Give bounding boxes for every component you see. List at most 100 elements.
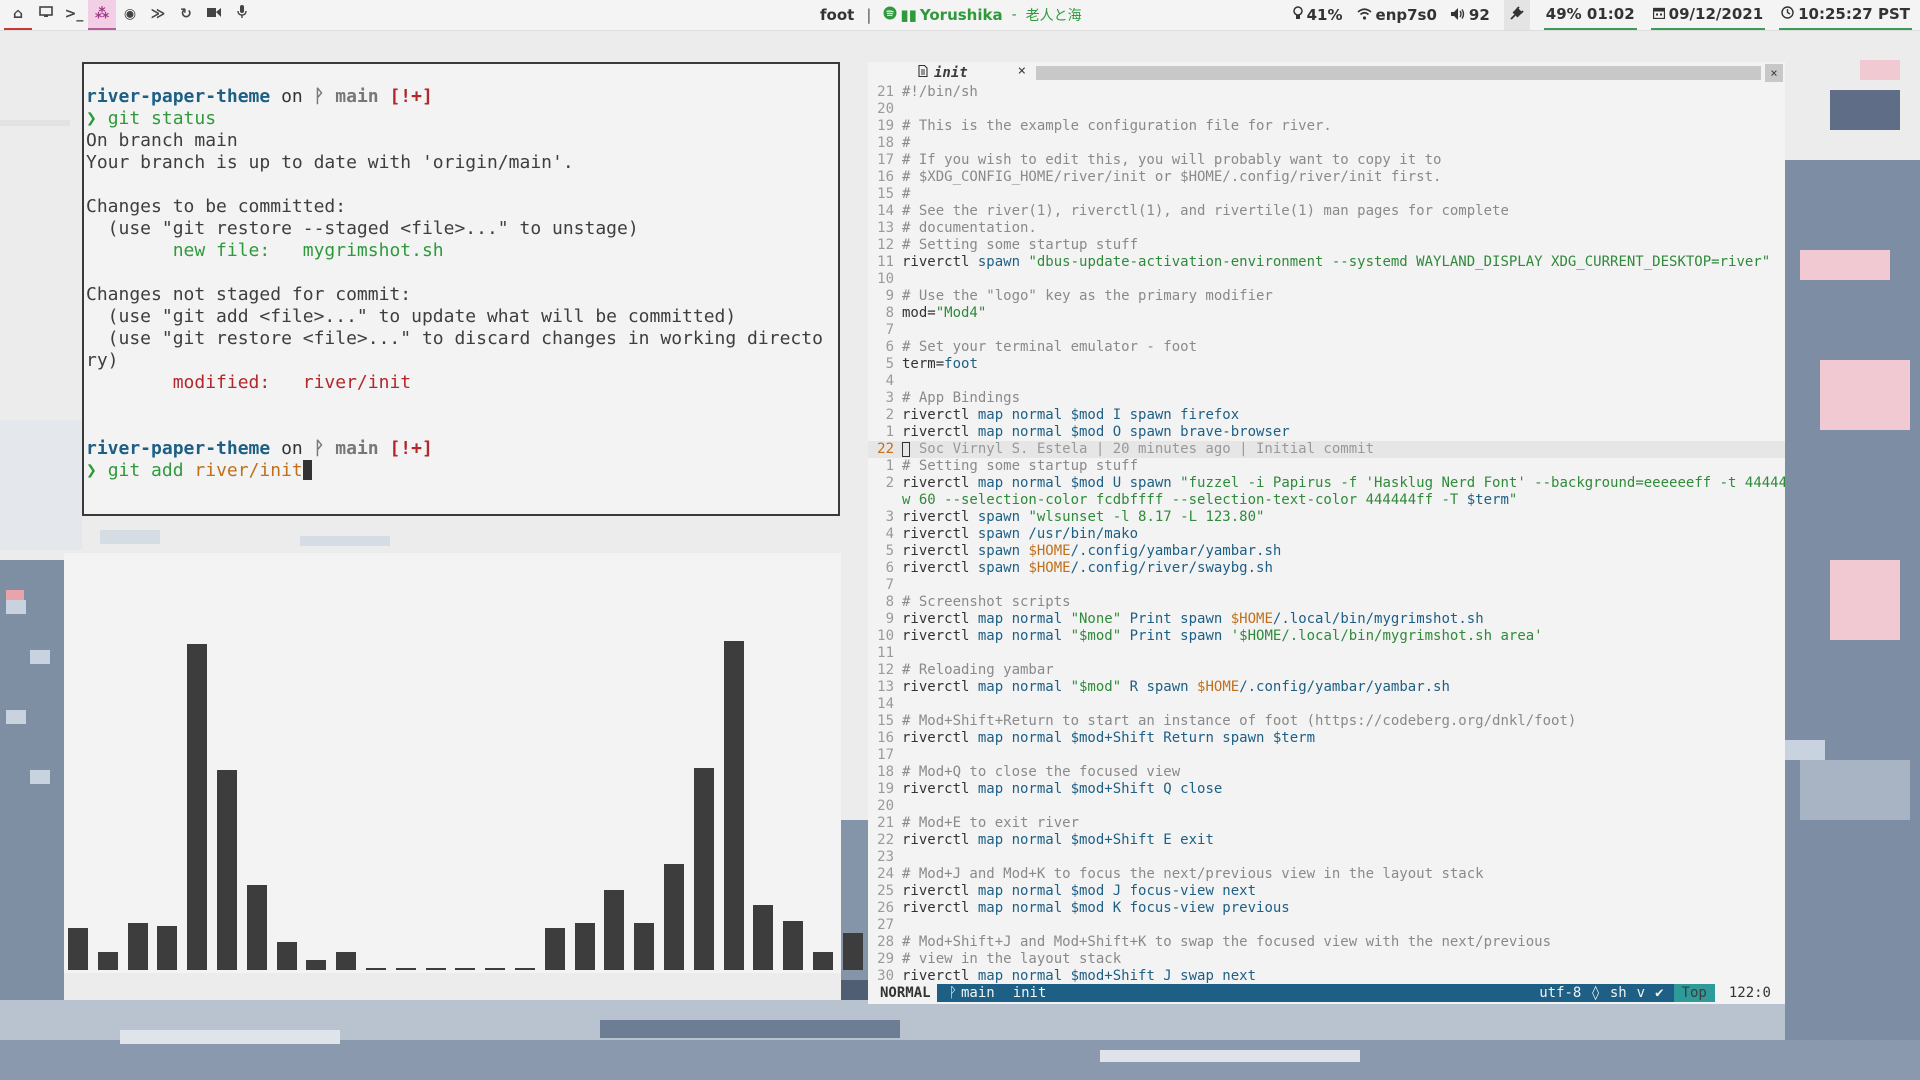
code-token: riverctl: [902, 730, 978, 746]
code-line[interactable]: 17 # If you wish to edit this, you will p…: [868, 152, 1785, 169]
code-token: "Mod4": [935, 305, 987, 321]
code-line[interactable]: 26 riverctl map normal $mod K focus-view …: [868, 900, 1785, 917]
line-number: 16: [877, 730, 894, 746]
visualizer-bar: [68, 928, 88, 970]
code-line[interactable]: 1 # Setting some startup stuff: [868, 458, 1785, 475]
code-token: +Shift E exit: [1104, 832, 1214, 848]
code-token: # See the river(1), riverctl(1), and riv…: [902, 203, 1509, 219]
line-number: 7: [885, 322, 894, 338]
output-line: Changes not staged for commit:: [86, 284, 412, 305]
code-line[interactable]: 5 riverctl spawn $HOME/.config/yambar/yam…: [868, 543, 1785, 560]
code-line[interactable]: 19 # This is the example configuration fi…: [868, 118, 1785, 135]
code-token: mod=: [902, 305, 936, 321]
music-widget[interactable]: ▮▮ Yorushika - 老人と海: [883, 5, 1082, 25]
code-line[interactable]: w 60 --selection-color fcdbffff --select…: [868, 492, 1785, 509]
code-token: w 60 --selection-color fcdbffff --select…: [902, 492, 1467, 508]
code-line[interactable]: 25 riverctl map normal $mod J focus-view …: [868, 883, 1785, 900]
line-number: 19: [877, 781, 894, 797]
workspace-2-button[interactable]: [32, 0, 60, 30]
code-line[interactable]: 4: [868, 373, 1785, 390]
editor-buffer[interactable]: 21 #!/bin/sh 20 19 # This is the example con…: [868, 84, 1785, 984]
code-line[interactable]: 2 riverctl map normal $mod U spawn "fuzze…: [868, 475, 1785, 492]
code-line[interactable]: 8 mod="Mod4": [868, 305, 1785, 322]
command-name: git add: [107, 460, 184, 481]
code-line[interactable]: 11: [868, 645, 1785, 662]
code-line[interactable]: 15 #: [868, 186, 1785, 203]
code-line[interactable]: 12 # Setting some startup stuff: [868, 237, 1785, 254]
workspace-6-button[interactable]: ≫: [144, 0, 172, 30]
code-line[interactable]: 6 riverctl spawn $HOME/.config/river/sway…: [868, 560, 1785, 577]
code-line[interactable]: 18 # Mod+Q to close the focused view: [868, 764, 1785, 781]
code-line[interactable]: 30 riverctl map normal $mod+Shift J swap …: [868, 968, 1785, 984]
code-line[interactable]: 11 riverctl spawn "dbus-update-activation…: [868, 254, 1785, 271]
code-line[interactable]: 13 # documentation.: [868, 220, 1785, 237]
workspace-3-button[interactable]: >_: [60, 0, 88, 30]
command-input-line[interactable]: ❯ git add river/init: [86, 460, 838, 482]
workspace-5-button[interactable]: ◉: [116, 0, 144, 30]
prompt-branch: main: [335, 86, 379, 107]
foot-terminal-window[interactable]: river-paper-theme on ᚹ main [!+] ❯ git s…: [82, 62, 840, 516]
tab-init[interactable]: init ×: [868, 62, 1032, 84]
code-line[interactable]: 22 riverctl map normal $mod+Shift E exit: [868, 832, 1785, 849]
code-line[interactable]: 1 riverctl map normal $mod O spawn brave-…: [868, 424, 1785, 441]
code-line[interactable]: 13 riverctl map normal "$mod" R spawn $HO…: [868, 679, 1785, 696]
output-line: new file: mygrimshot.sh: [86, 240, 838, 262]
code-line[interactable]: 5 term=foot: [868, 356, 1785, 373]
code-line[interactable]: 3 # App Bindings: [868, 390, 1785, 407]
output-line: modified: river/init: [86, 372, 838, 394]
network-widget[interactable]: enp7s0: [1356, 0, 1437, 30]
code-line[interactable]: 10 riverctl map normal "$mod" Print spawn…: [868, 628, 1785, 645]
code-line[interactable]: 7: [868, 322, 1785, 339]
code-line[interactable]: 23: [868, 849, 1785, 866]
clock-widget[interactable]: 10:25:27 PST: [1779, 0, 1912, 30]
line-number: 15: [877, 186, 894, 202]
code-line[interactable]: 19 riverctl map normal $mod+Shift Q close: [868, 781, 1785, 798]
audio-visualizer-window[interactable]: [64, 553, 863, 973]
code-line[interactable]: 18 #: [868, 135, 1785, 152]
line-number: 13: [877, 679, 894, 695]
code-line[interactable]: 20: [868, 798, 1785, 815]
editor-window[interactable]: init × × 21 #!/bin/sh 20 19 # This is the ex…: [868, 62, 1785, 1004]
prompt-arrow-icon: ❯: [86, 108, 97, 129]
code-line[interactable]: 14 # See the river(1), riverctl(1), and r…: [868, 203, 1785, 220]
volume-widget[interactable]: 92: [1450, 0, 1490, 30]
tab-close-icon[interactable]: ×: [1018, 63, 1026, 79]
workspace-4-button[interactable]: ⁂: [88, 0, 116, 30]
code-line[interactable]: 9 # Use the "logo" key as the primary mod…: [868, 288, 1785, 305]
prompt-directory: river-paper-theme: [86, 438, 271, 459]
code-line[interactable]: 17: [868, 747, 1785, 764]
workspace-7-button[interactable]: ↻: [172, 0, 200, 30]
code-line[interactable]: 29 # view in the layout stack: [868, 951, 1785, 968]
code-line[interactable]: 21 #!/bin/sh: [868, 84, 1785, 101]
date-widget[interactable]: 09/12/2021: [1650, 0, 1766, 30]
code-line[interactable]: 7: [868, 577, 1785, 594]
code-line[interactable]: 28 # Mod+Shift+J and Mod+Shift+K to swap …: [868, 934, 1785, 951]
code-line[interactable]: 15 # Mod+Shift+Return to start an instanc…: [868, 713, 1785, 730]
prompt-line: river-paper-theme on ᚹ main [!+]: [86, 86, 838, 108]
code-token: /.config/yambar/yambar.sh: [1070, 543, 1282, 559]
code-line[interactable]: 10: [868, 271, 1785, 288]
code-line[interactable]: 4 riverctl spawn /usr/bin/mako: [868, 526, 1785, 543]
current-line[interactable]: 22 Soc Virnyl S. Estela | 20 minutes ago…: [868, 441, 1785, 458]
code-line[interactable]: 20: [868, 101, 1785, 118]
visualizer-bar: [694, 768, 714, 970]
code-line[interactable]: 27: [868, 917, 1785, 934]
code-line[interactable]: 6 # Set your terminal emulator - foot: [868, 339, 1785, 356]
code-line[interactable]: 3 riverctl spawn "wlsunset -l 8.17 -L 123…: [868, 509, 1785, 526]
code-line[interactable]: 2 riverctl map normal $mod I spawn firefo…: [868, 407, 1785, 424]
code-line[interactable]: 24 # Mod+J and Mod+K to focus the next/pr…: [868, 866, 1785, 883]
code-line[interactable]: 14: [868, 696, 1785, 713]
workspace-8-button[interactable]: [200, 0, 228, 30]
code-line[interactable]: 12 # Reloading yambar: [868, 662, 1785, 679]
code-line[interactable]: 16 riverctl map normal $mod+Shift Return …: [868, 730, 1785, 747]
code-line[interactable]: 16 # $XDG_CONFIG_HOME/river/init or $HOME…: [868, 169, 1785, 186]
battery-widget[interactable]: 49% 01:02: [1543, 0, 1637, 30]
brightness-widget[interactable]: 41%: [1292, 0, 1343, 30]
close-window-icon[interactable]: ×: [1765, 64, 1783, 82]
code-line[interactable]: 9 riverctl map normal "None" Print spawn …: [868, 611, 1785, 628]
workspace-9-button[interactable]: [228, 0, 256, 30]
code-line[interactable]: 21 # Mod+E to exit river: [868, 815, 1785, 832]
workspace-1-button[interactable]: ⌂: [4, 0, 32, 30]
code-line[interactable]: 8 # Screenshot scripts: [868, 594, 1785, 611]
